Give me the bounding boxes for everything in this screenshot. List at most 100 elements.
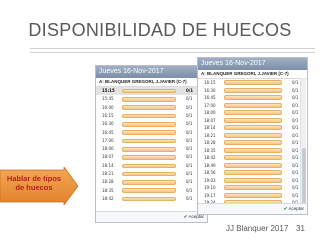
- availability-window-right: Jueves 16-Nov-2017 A: BLANQUER GREGORI, …: [197, 57, 308, 215]
- slot-time: 18:35: [204, 147, 216, 153]
- slot-row[interactable]: 16:45 0/1: [198, 94, 307, 102]
- slot-row[interactable]: 16:00 0/1: [96, 104, 207, 112]
- scrollbar-thumb[interactable]: [301, 148, 306, 208]
- slot-row[interactable]: 18:00 0/1: [198, 109, 307, 117]
- callout-arrow: Hablar de tipos de huecos: [0, 167, 78, 205]
- slot-availability-bar: [122, 122, 176, 127]
- slot-row[interactable]: 16:45 0/1: [96, 129, 207, 137]
- slot-count: 0/1: [186, 104, 193, 110]
- slot-count: 0/1: [292, 117, 299, 123]
- slot-row[interactable]: 19:10 0/1: [198, 184, 307, 192]
- slot-availability-bar: [224, 87, 282, 93]
- slot-availability-bar: [224, 132, 282, 138]
- slot-row[interactable]: 17:00 0/1: [198, 102, 307, 110]
- slot-time: 18:07: [204, 117, 216, 123]
- slot-availability-bar: [122, 113, 176, 119]
- slot-row[interactable]: 18:42 0/1: [198, 154, 307, 162]
- slot-count: 0/1: [292, 102, 299, 108]
- slot-count: 0/1: [292, 132, 299, 138]
- slot-row[interactable]: 18:42 0/1: [96, 195, 207, 203]
- slot-availability-bar: [122, 180, 176, 185]
- slot-count: 0/1: [186, 179, 193, 185]
- slot-count: 0/1: [292, 140, 299, 145]
- check-icon: ✔: [283, 206, 288, 211]
- slot-row[interactable]: 18:35 0/1: [96, 187, 207, 195]
- slot-count: 0/1: [292, 177, 299, 183]
- slot-row[interactable]: 18:21 0/1: [96, 170, 207, 178]
- slot-time: 18:56: [204, 170, 216, 175]
- title-rule-top: [30, 48, 315, 49]
- slot-count: 0/1: [292, 170, 299, 175]
- slot-count: 0/1: [186, 195, 193, 201]
- slot-row[interactable]: 18:35 0/1: [198, 147, 307, 155]
- slide-title: DISPONIBILIDAD DE HUECOS: [28, 20, 292, 40]
- slot-row[interactable]: 18:56 0/1: [198, 169, 307, 177]
- slot-count: 0/1: [292, 110, 299, 115]
- slot-row[interactable]: 16:15 0/1: [198, 79, 307, 87]
- slot-availability-bar: [122, 130, 176, 135]
- slot-availability-bar: [224, 80, 282, 86]
- slot-time: 16:15: [204, 80, 216, 85]
- slot-availability-bar: [224, 177, 282, 183]
- slot-count: 0/1: [292, 125, 299, 130]
- slot-row[interactable]: 18:28 0/1: [198, 139, 307, 147]
- slot-count: 0/1: [292, 80, 299, 85]
- slot-row[interactable]: 18:14 0/1: [198, 124, 307, 132]
- slot-row[interactable]: 16:30 0/1: [96, 120, 207, 128]
- slot-row[interactable]: 16:30 0/1: [198, 87, 307, 95]
- callout-text: Hablar de tipos de huecos: [6, 174, 62, 192]
- slot-availability-bar: [122, 97, 176, 102]
- slot-time: 19:10: [204, 185, 216, 190]
- slot-count: 0/1: [292, 147, 299, 153]
- panel-footer: ✔Aceptar: [198, 203, 307, 214]
- slot-row[interactable]: 18:14 0/1: [96, 162, 207, 170]
- slot-row[interactable]: 18:49 0/1: [198, 162, 307, 170]
- slot-count: 0/1: [292, 162, 299, 168]
- slot-time: 18:07: [102, 154, 114, 160]
- slot-row[interactable]: 19:17 0/1: [198, 192, 307, 200]
- slot-time: 18:00: [102, 146, 114, 152]
- slot-row[interactable]: 18:21 0/1: [198, 132, 307, 140]
- slot-time: 18:42: [102, 195, 114, 201]
- scrollbar[interactable]: [300, 78, 306, 208]
- slot-time: 15:15: [102, 88, 115, 93]
- slot-availability-bar: [224, 140, 282, 146]
- slot-row[interactable]: 18:07 0/1: [96, 153, 207, 161]
- slot-availability-bar: [224, 170, 282, 176]
- slot-count: 0/1: [186, 154, 193, 160]
- slot-availability-bar: [224, 117, 282, 123]
- footer-author: JJ Blanquer 2017: [226, 224, 289, 233]
- title-rule-bottom: [30, 52, 315, 53]
- slot-time: 18:28: [204, 140, 216, 145]
- slot-availability-bar: [224, 110, 282, 116]
- accept-button[interactable]: ✔Aceptar: [284, 205, 304, 213]
- slot-availability-bar: [224, 125, 282, 131]
- slot-row[interactable]: 16:15 0/1: [96, 112, 207, 120]
- slot-row[interactable]: 15:45 0/1: [96, 95, 207, 103]
- check-icon: ✔: [183, 214, 188, 219]
- slot-row[interactable]: 18:07 0/1: [198, 117, 307, 125]
- slot-row[interactable]: 19:03 0/1: [198, 177, 307, 185]
- slot-availability-bar: [122, 88, 176, 94]
- slot-time: 16:30: [204, 87, 216, 93]
- slot-count: 0/1: [186, 137, 193, 143]
- slot-availability-bar: [224, 192, 282, 198]
- slot-availability-bar: [224, 102, 282, 108]
- slot-row[interactable]: 18:00 0/1: [96, 145, 207, 153]
- slot-time: 16:45: [102, 129, 114, 135]
- slot-availability-bar: [122, 163, 176, 169]
- slot-count: 0/1: [292, 155, 299, 160]
- slot-availability-bar: [224, 95, 282, 101]
- slot-count: 0/1: [186, 88, 194, 93]
- slot-count: 0/1: [186, 171, 193, 176]
- slot-availability-bar: [224, 147, 282, 153]
- slot-row[interactable]: 18:28 0/1: [96, 178, 207, 186]
- slot-row[interactable]: 17:00 0/1: [96, 137, 207, 145]
- slot-time: 18:00: [204, 110, 216, 115]
- slot-time: 15:45: [102, 96, 114, 102]
- slot-time: 18:28: [102, 179, 114, 185]
- slot-count: 0/1: [186, 187, 193, 193]
- slot-count: 0/1: [186, 129, 193, 135]
- slot-time: 18:21: [204, 132, 216, 138]
- slot-row[interactable]: 15:15 0/1: [96, 87, 207, 96]
